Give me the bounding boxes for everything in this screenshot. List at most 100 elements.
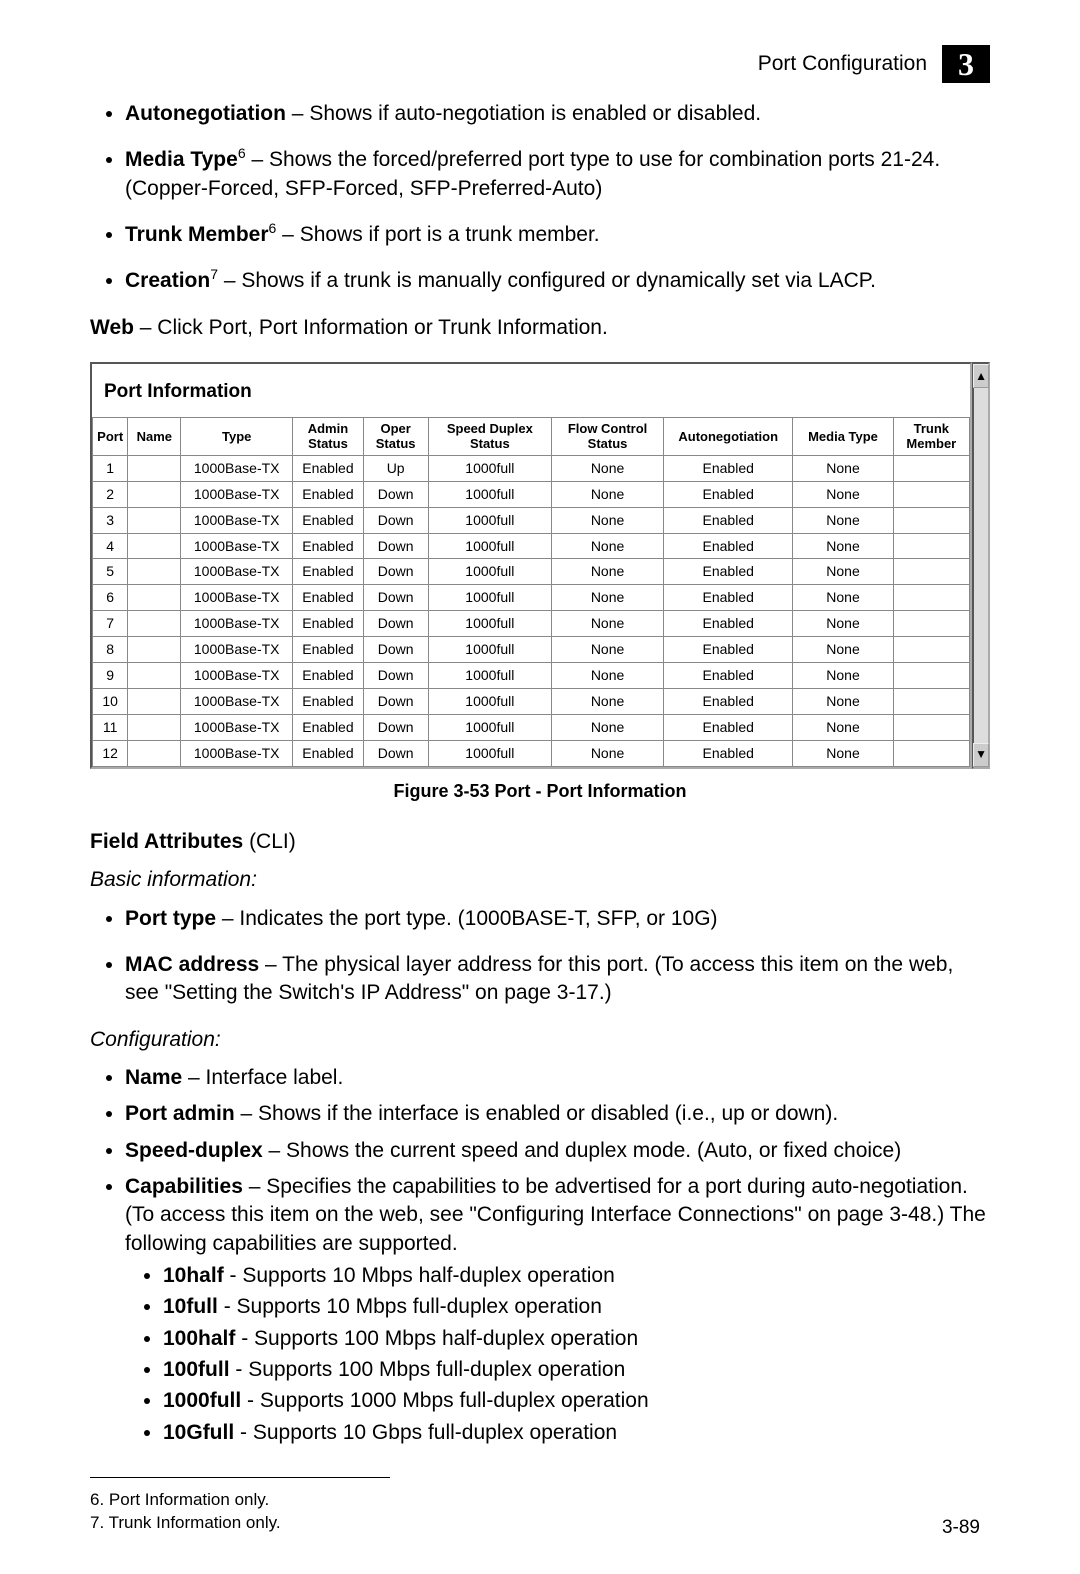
table-cell: 1000Base-TX <box>181 740 293 766</box>
table-cell <box>893 559 970 585</box>
table-row: 61000Base-TXEnabledDown1000fullNoneEnabl… <box>93 585 970 611</box>
list-item: 10half - Supports 10 Mbps half-duplex op… <box>163 1262 990 1290</box>
table-cell <box>128 740 181 766</box>
table-cell: Enabled <box>663 507 793 533</box>
table-cell: 1000full <box>428 533 552 559</box>
table-cell <box>893 663 970 689</box>
table-cell: 2 <box>93 481 128 507</box>
table-cell: None <box>793 559 893 585</box>
bullet-term: Speed-duplex <box>125 1139 263 1162</box>
bullet-desc: – Shows if the interface is enabled or d… <box>235 1102 839 1125</box>
table-header: Port <box>93 417 128 455</box>
table-cell: Enabled <box>293 585 364 611</box>
table-header: Speed Duplex Status <box>428 417 552 455</box>
table-cell: Enabled <box>663 585 793 611</box>
page-number: 3-89 <box>942 1517 980 1539</box>
table-header: Autonegotiation <box>663 417 793 455</box>
bullet-term: 10half <box>163 1264 224 1287</box>
footnote-ref: 6 <box>238 145 246 161</box>
table-cell <box>893 507 970 533</box>
table-cell: 5 <box>93 559 128 585</box>
table-cell: None <box>793 688 893 714</box>
bullet-term: 100full <box>163 1358 230 1381</box>
table-cell: 1000full <box>428 455 552 481</box>
web-desc: – Click Port, Port Information or Trunk … <box>134 316 608 339</box>
footnote-divider <box>90 1477 390 1478</box>
bullet-desc: – Indicates the port type. (1000BASE-T, … <box>216 907 718 930</box>
table-cell: None <box>552 611 664 637</box>
field-attributes-heading: Field Attributes (CLI) <box>90 828 990 856</box>
table-cell: Down <box>363 611 428 637</box>
basic-info-heading: Basic information: <box>90 866 990 894</box>
table-cell <box>128 611 181 637</box>
table-cell: Enabled <box>293 481 364 507</box>
page-header: Port Configuration 3 <box>758 45 990 83</box>
basic-bullets: Port type – Indicates the port type. (10… <box>90 905 990 1008</box>
table-cell: 1000full <box>428 740 552 766</box>
config-bullets: Name – Interface label.Port admin – Show… <box>90 1064 990 1447</box>
table-cell <box>893 533 970 559</box>
bullet-term: Autonegotiation <box>125 102 286 125</box>
table-cell: None <box>552 637 664 663</box>
table-cell: 1000full <box>428 611 552 637</box>
table-cell <box>128 455 181 481</box>
table-row: 51000Base-TXEnabledDown1000fullNoneEnabl… <box>93 559 970 585</box>
table-cell: None <box>552 455 664 481</box>
list-item: Speed-duplex – Shows the current speed a… <box>125 1137 990 1165</box>
table-cell <box>893 688 970 714</box>
table-cell: None <box>793 637 893 663</box>
table-cell: 4 <box>93 533 128 559</box>
table-cell: Enabled <box>663 455 793 481</box>
intro-bullet: Autonegotiation – Shows if auto-negotiat… <box>125 100 990 128</box>
table-cell: 1000full <box>428 507 552 533</box>
table-cell: 1000Base-TX <box>181 637 293 663</box>
bullet-desc: – Shows the forced/preferred port type t… <box>125 148 940 199</box>
list-item: 10full - Supports 10 Mbps full-duplex op… <box>163 1293 990 1321</box>
intro-bullet: Creation7 – Shows if a trunk is manually… <box>125 267 990 295</box>
table-cell <box>893 637 970 663</box>
table-cell: Enabled <box>663 559 793 585</box>
table-cell <box>128 714 181 740</box>
table-cell: Enabled <box>293 637 364 663</box>
table-cell <box>893 455 970 481</box>
table-cell: 3 <box>93 507 128 533</box>
web-instruction: Web – Click Port, Port Information or Tr… <box>90 314 990 342</box>
table-cell: 10 <box>93 688 128 714</box>
table-cell <box>893 611 970 637</box>
web-label: Web <box>90 316 134 339</box>
list-item: 100full - Supports 100 Mbps full-duplex … <box>163 1356 990 1384</box>
configuration-heading: Configuration: <box>90 1026 990 1054</box>
table-cell: Enabled <box>293 455 364 481</box>
table-cell: Enabled <box>663 740 793 766</box>
table-cell <box>893 714 970 740</box>
table-cell <box>128 533 181 559</box>
bullet-desc: – Shows if auto-negotiation is enabled o… <box>286 102 761 125</box>
table-cell: None <box>552 740 664 766</box>
list-item: MAC address – The physical layer address… <box>125 951 990 1008</box>
bullet-desc: – Specifies the capabilities to be adver… <box>125 1175 986 1255</box>
table-cell: 1000Base-TX <box>181 559 293 585</box>
scroll-track[interactable] <box>974 388 988 743</box>
table-cell: Enabled <box>293 663 364 689</box>
table-cell: 1 <box>93 455 128 481</box>
table-cell: None <box>552 559 664 585</box>
bullet-desc: - Supports 100 Mbps half-duplex operatio… <box>235 1327 638 1350</box>
table-cell: 1000Base-TX <box>181 481 293 507</box>
table-cell: 9 <box>93 663 128 689</box>
intro-bullet-list: Autonegotiation – Shows if auto-negotiat… <box>90 100 990 296</box>
table-cell: Down <box>363 688 428 714</box>
table-cell: None <box>552 533 664 559</box>
table-header: Oper Status <box>363 417 428 455</box>
table-cell: Up <box>363 455 428 481</box>
list-item: Capabilities – Specifies the capabilitie… <box>125 1173 990 1447</box>
scrollbar[interactable]: ▲ ▼ <box>972 362 990 769</box>
table-cell: None <box>793 533 893 559</box>
table-cell: Enabled <box>663 481 793 507</box>
table-cell: 1000Base-TX <box>181 585 293 611</box>
table-cell: 1000Base-TX <box>181 688 293 714</box>
table-row: 31000Base-TXEnabledDown1000fullNoneEnabl… <box>93 507 970 533</box>
table-cell: None <box>793 611 893 637</box>
scroll-down-icon[interactable]: ▼ <box>973 743 989 767</box>
scroll-up-icon[interactable]: ▲ <box>973 364 989 388</box>
table-cell: 1000Base-TX <box>181 611 293 637</box>
